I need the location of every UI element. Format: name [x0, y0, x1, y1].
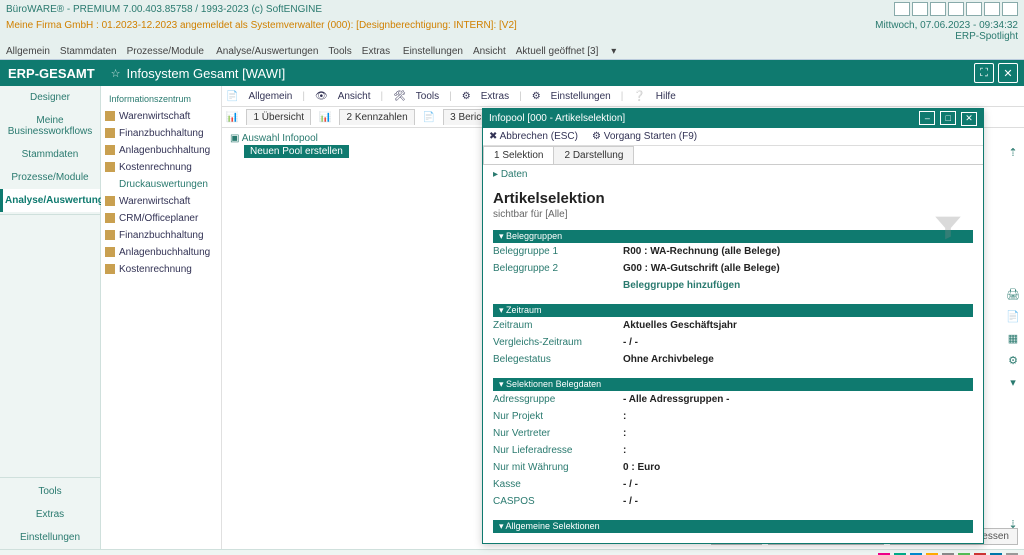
mod-item[interactable]: Warenwirtschaft — [101, 193, 221, 210]
arrow-up-icon: ⇡ — [1006, 146, 1020, 160]
right-tool-strip[interactable]: ⇡ 🖨 📄 ▦ ⚙ ▾ ⇣ — [1006, 146, 1020, 532]
left-navigator[interactable]: Designer Meine Businessworkflows Stammda… — [0, 86, 101, 549]
modal-breadcrumb[interactable]: Daten — [501, 169, 528, 180]
section-beleggruppen[interactable]: Beleggruppen — [493, 230, 973, 243]
modal-tab-selektion[interactable]: 1 Selektion — [483, 146, 554, 164]
mod-item[interactable]: Kostenrechnung — [101, 261, 221, 278]
mod-item[interactable]: Warenwirtschaft — [101, 108, 221, 125]
nav-tools[interactable]: Tools — [0, 480, 100, 503]
modal-title: Infopool [000 - Artikelselektion] — [489, 113, 625, 124]
erp-spotlight-link[interactable]: ERP-Spotlight — [955, 31, 1018, 42]
modal-start-button[interactable]: Vorgang Starten (F9) — [604, 131, 697, 142]
modal-max-icon[interactable]: □ — [940, 111, 956, 125]
section-selektionen[interactable]: Selektionen Belegdaten — [493, 378, 973, 391]
expand-icon[interactable]: ⛶ — [974, 63, 994, 83]
nav-stammdaten[interactable]: Stammdaten — [0, 143, 100, 166]
star-icon[interactable]: ☆ — [111, 67, 121, 80]
ribbon-right: Infosystem Gesamt [WAWI] — [127, 66, 286, 81]
ribbon-left: ERP-GESAMT — [8, 66, 95, 81]
tab-uebersicht[interactable]: 1 Übersicht — [246, 109, 311, 125]
tree-root[interactable]: Auswahl Infopool — [242, 133, 318, 144]
mod-item[interactable]: Finanzbuchhaltung — [101, 227, 221, 244]
modal-close-icon[interactable]: ✕ — [961, 112, 977, 126]
funnel-icon — [931, 211, 965, 245]
nav-extras[interactable]: Extras — [0, 503, 100, 526]
window-control-icons[interactable] — [894, 2, 1018, 16]
mod-item[interactable]: Anlagenbuchhaltung — [101, 244, 221, 261]
module-list[interactable]: Informationszentrum Warenwirtschaft Fina… — [101, 86, 222, 549]
mod-item[interactable]: Finanzbuchhaltung — [101, 125, 221, 142]
nav-einstellungen[interactable]: Einstellungen — [0, 526, 100, 549]
infopool-modal: Infopool [000 - Artikelselektion] – □ ✕ … — [482, 108, 984, 544]
inner-toolbar[interactable]: 📄 Allgemein| 👁 Ansicht| 🛠 Tools| ⚙ Extra… — [222, 86, 1024, 107]
ribbon-header: ERP-GESAMT ☆ Infosystem Gesamt [WAWI] ⛶ … — [0, 60, 1024, 86]
modal-titlebar[interactable]: Infopool [000 - Artikelselektion] – □ ✕ — [483, 109, 983, 128]
status-bar: ■■■ ■■■ ■■■ — [0, 549, 1024, 555]
section-allgemeine[interactable]: Allgemeine Selektionen — [493, 520, 973, 533]
nav-workflows[interactable]: Meine Businessworkflows — [0, 109, 100, 143]
new-pool-button[interactable]: Neuen Pool erstellen — [244, 145, 349, 158]
mod-item[interactable]: Kostenrechnung — [101, 159, 221, 176]
funnel-icon: ▾ — [1006, 376, 1020, 390]
datetime: Mittwoch, 07.06.2023 - 09:34:32 — [875, 20, 1018, 31]
doc-icon: 📄 — [1006, 310, 1020, 324]
gear-icon: ⚙ — [1006, 354, 1020, 368]
mod-item[interactable]: Druckauswertungen — [101, 176, 221, 193]
login-info: Meine Firma GmbH : 01.2023-12.2023 angem… — [6, 20, 517, 42]
nav-prozesse[interactable]: Prozesse/Module — [0, 166, 100, 189]
modal-tabs[interactable]: 1 Selektion 2 Darstellung — [483, 146, 983, 165]
nav-designer[interactable]: Designer — [0, 86, 100, 109]
main-menubar[interactable]: AllgemeinStammdatenProzesse/Module Analy… — [0, 44, 1024, 60]
tab-kennzahlen[interactable]: 2 Kennzahlen — [339, 109, 414, 125]
printer-icon: 🖨 — [1006, 288, 1020, 302]
mod-item[interactable]: CRM/Officeplaner — [101, 210, 221, 227]
login-info-bar: Meine Firma GmbH : 01.2023-12.2023 angem… — [0, 18, 1024, 44]
beleggruppe2-value[interactable]: G00 : WA-Gutschrift (alle Belege) — [623, 263, 780, 274]
modal-toolbar[interactable]: ✖ Abbrechen (ESC) ⚙ Vorgang Starten (F9) — [483, 128, 983, 146]
main-area: 📄 Allgemein| 👁 Ansicht| 🛠 Tools| ⚙ Extra… — [222, 86, 1024, 549]
app-titlebar: BüroWARE® - PREMIUM 7.00.403.85758 / 199… — [0, 0, 1024, 18]
modal-subheading: sichtbar für [Alle] — [493, 209, 973, 220]
section-zeitraum[interactable]: Zeitraum — [493, 304, 973, 317]
beleggruppe1-value[interactable]: R00 : WA-Rechnung (alle Belege) — [623, 246, 780, 257]
close-icon[interactable]: ✕ — [998, 63, 1018, 83]
modal-min-icon[interactable]: – — [919, 111, 935, 125]
modal-tab-darstellung[interactable]: 2 Darstellung — [553, 146, 634, 164]
add-beleggruppe-link[interactable]: Beleggruppe hinzufügen — [623, 280, 740, 291]
mod-item[interactable]: Anlagenbuchhaltung — [101, 142, 221, 159]
modal-cancel-button[interactable]: Abbrechen (ESC) — [500, 131, 578, 142]
app-title: BüroWARE® - PREMIUM 7.00.403.85758 / 199… — [6, 4, 322, 15]
group-label: Informationszentrum — [101, 90, 221, 108]
nav-analyse[interactable]: Analyse/Auswertungen — [0, 189, 100, 212]
grid-icon: ▦ — [1006, 332, 1020, 346]
modal-heading: Artikelselektion — [493, 190, 973, 207]
